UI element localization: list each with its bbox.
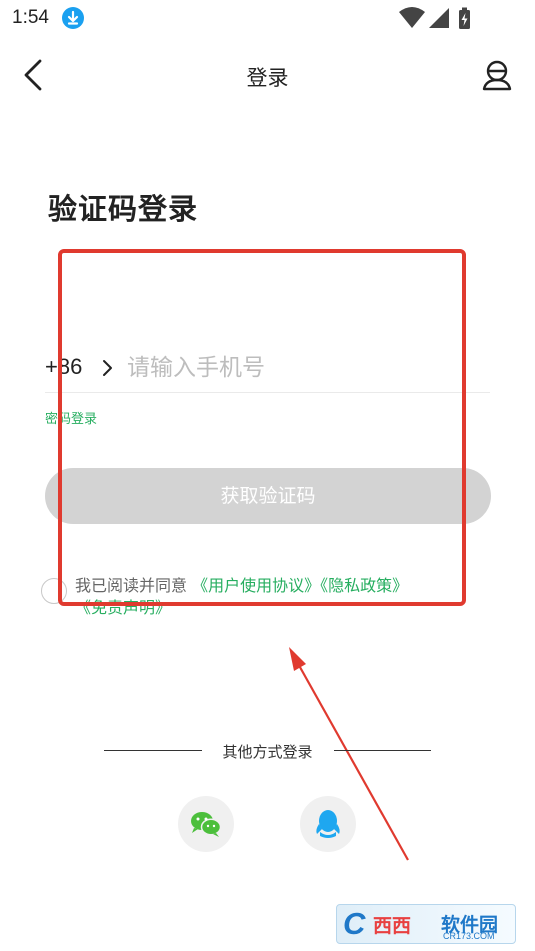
user-agreement-link[interactable]: 《用户使用协议》 [192,576,320,595]
password-login-link[interactable]: 密码登录 [45,408,97,427]
watermark-domain: CR173.COM [443,931,495,941]
status-bar: 1:54 [0,0,535,36]
phone-number-input[interactable] [127,349,487,387]
get-verification-code-button[interactable]: 获取验证码 [45,468,491,524]
chevron-right-icon[interactable] [101,357,115,379]
watermark-logo-letter: C [343,906,366,941]
divider-right [334,750,431,751]
watermark-brand-red: 西西 [373,915,412,937]
agreement-prefix: 我已阅读并同意 [75,576,188,595]
annotation-highlight-box [58,249,466,606]
wechat-login-button[interactable] [178,796,234,852]
other-login-label: 其他方式登录 [222,743,313,761]
download-icon [62,7,84,29]
signal-icon [429,8,449,28]
disclaimer-link[interactable]: 《免责声明》 [75,598,171,617]
wechat-icon [191,812,222,837]
system-status-icons [397,6,497,30]
country-code-selector[interactable]: +86 [45,354,82,380]
status-time: 1:54 [12,7,49,28]
customer-service-button[interactable] [480,58,514,92]
agreement-text: 我已阅读并同意 《用户使用协议》《隐私政策》《免责声明》 [75,575,495,619]
page-title: 登录 [246,66,289,90]
phone-input-row: +86 [45,345,490,393]
qq-login-button[interactable] [300,796,356,852]
privacy-policy-link[interactable]: 《隐私政策》 [320,576,408,595]
qq-icon [316,810,340,838]
customer-service-icon [482,60,512,91]
agreement-checkbox[interactable] [41,578,67,604]
wifi-icon [399,7,425,28]
battery-charging-icon [459,7,470,29]
login-heading: 验证码登录 [48,192,199,226]
watermark-logo: C 西西 软件园 CR173.COM [336,904,516,944]
